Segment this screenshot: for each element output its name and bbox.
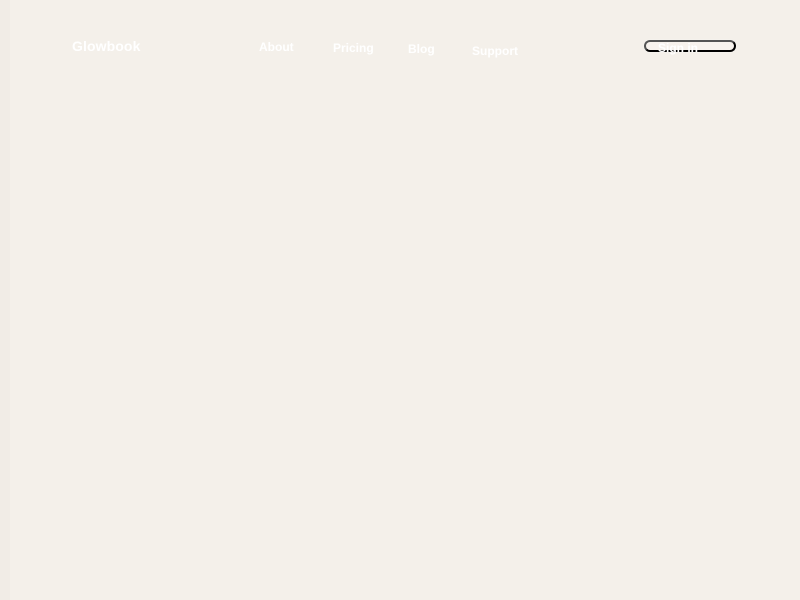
- sign-in-button[interactable]: Sign in: [644, 40, 736, 55]
- brand-logo[interactable]: Glowbook: [72, 38, 140, 54]
- landing-page: Glowbook About Pricing Blog Support Sign…: [0, 0, 800, 600]
- top-navigation: Glowbook About Pricing Blog Support Sign…: [10, 0, 800, 96]
- sign-in-label: Sign in: [658, 41, 698, 55]
- nav-about-link[interactable]: About: [259, 40, 294, 54]
- nav-support-link[interactable]: Support: [472, 44, 518, 58]
- nav-pricing-link[interactable]: Pricing: [333, 41, 374, 55]
- nav-blog-link[interactable]: Blog: [408, 42, 435, 56]
